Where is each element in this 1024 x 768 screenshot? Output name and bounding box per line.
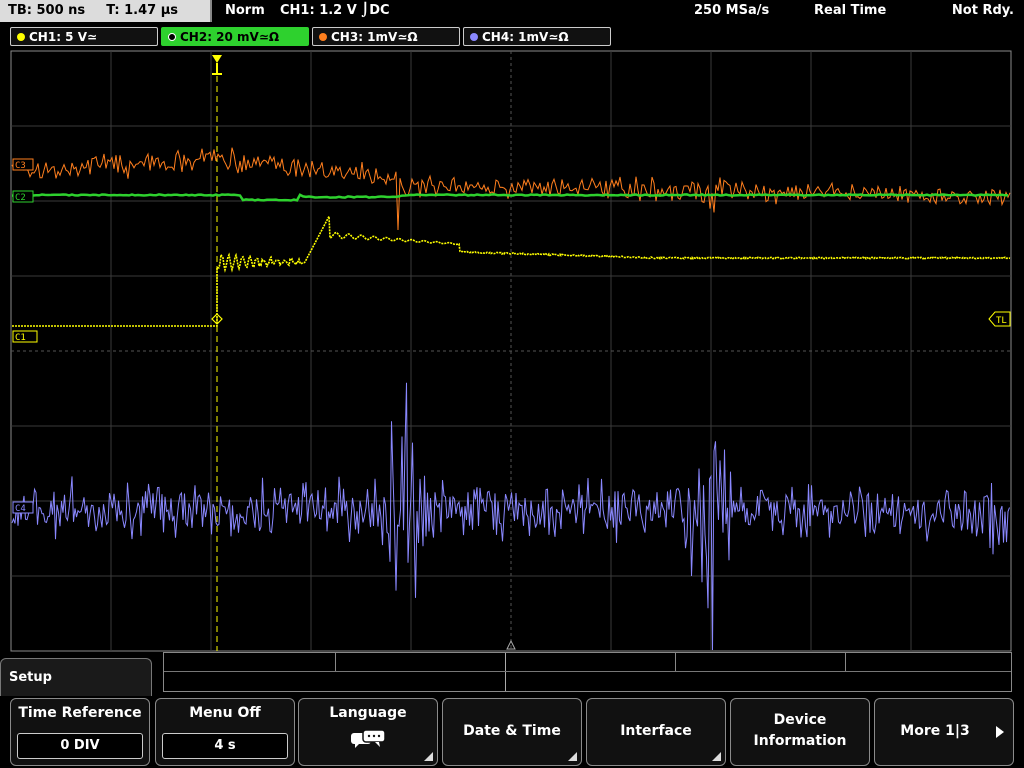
more-button[interactable]: More 1|3 xyxy=(874,698,1014,766)
more-label: More 1|3 xyxy=(900,723,970,739)
interface-label: Interface xyxy=(620,723,692,739)
submenu-corner-icon xyxy=(568,752,577,761)
device-info-label-1: Device xyxy=(773,712,827,728)
device-information-button[interactable]: Device Information xyxy=(730,698,870,766)
channel-1-marker[interactable]: C1 xyxy=(12,330,38,343)
speech-bubbles-icon xyxy=(351,729,386,748)
time-reference-value: 0 DIV xyxy=(17,733,143,759)
date-time-button[interactable]: Date & Time xyxy=(442,698,582,766)
menu-off-value: 4 s xyxy=(162,733,288,759)
channel-2-marker-label: C2 xyxy=(15,193,26,203)
channel-4-marker-label: C4 xyxy=(15,504,26,514)
channel-2-marker[interactable]: C2 xyxy=(12,190,34,203)
date-time-label: Date & Time xyxy=(463,723,561,739)
language-button[interactable]: Language xyxy=(298,698,438,766)
timeline-tick xyxy=(335,653,336,671)
channel-3-marker[interactable]: C3 xyxy=(12,158,34,171)
channel-3-marker-label: C3 xyxy=(15,161,26,171)
trigger-level-label: TL xyxy=(996,316,1007,326)
graticule-grid xyxy=(11,51,1011,651)
language-label: Language xyxy=(329,705,407,721)
time-reference-label: Time Reference xyxy=(18,705,142,721)
channel-1-marker-label: C1 xyxy=(15,333,26,343)
next-page-icon xyxy=(996,726,1004,738)
device-info-label-2: Information xyxy=(753,733,847,749)
waveform-display[interactable]: C3 C2 C1 C4 TL xyxy=(0,0,1024,700)
submenu-corner-icon xyxy=(712,752,721,761)
menu-off-button[interactable]: Menu Off 4 s xyxy=(155,698,295,766)
timeline-tick xyxy=(845,653,846,671)
setup-menu-title: Setup xyxy=(0,658,152,698)
time-reference-button[interactable]: Time Reference 0 DIV xyxy=(10,698,150,766)
channel-4-marker[interactable]: C4 xyxy=(12,501,34,514)
menu-off-label: Menu Off xyxy=(189,705,261,721)
memory-timeline[interactable] xyxy=(163,652,1012,692)
timeline-axis xyxy=(164,671,1011,672)
trigger-position-icon[interactable] xyxy=(212,55,222,75)
interface-button[interactable]: Interface xyxy=(586,698,726,766)
trigger-level-marker[interactable]: TL xyxy=(988,311,1011,327)
timeline-center xyxy=(505,653,506,691)
timeline-tick xyxy=(675,653,676,671)
setup-title-text: Setup xyxy=(9,670,52,685)
submenu-corner-icon xyxy=(424,752,433,761)
